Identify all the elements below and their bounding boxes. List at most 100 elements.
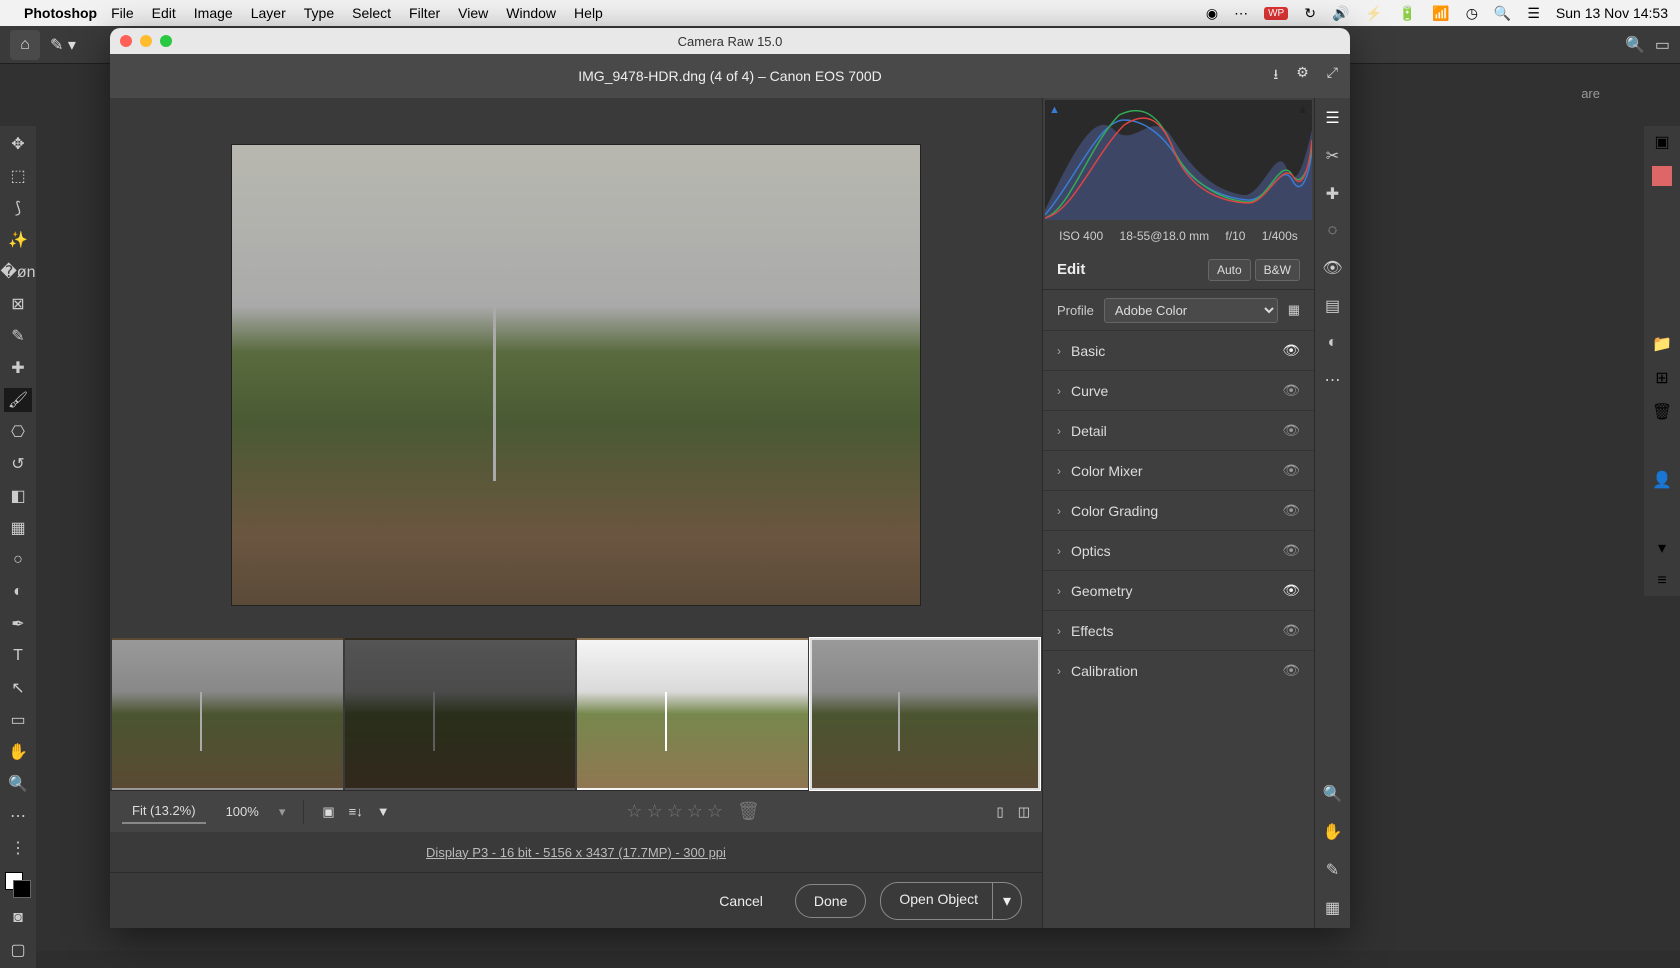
wand-tool-icon[interactable]: ✨ — [4, 228, 32, 252]
search-icon[interactable]: 🔍 — [1625, 35, 1645, 55]
new-doc-icon[interactable]: ⊞ — [1655, 368, 1668, 388]
status-sync-icon[interactable]: ↻ — [1304, 5, 1316, 22]
pen-tool-icon[interactable]: ✒ — [4, 612, 32, 636]
lasso-tool-icon[interactable]: ⟆ — [4, 196, 32, 220]
menubar-datetime[interactable]: Sun 13 Nov 14:53 — [1556, 5, 1668, 21]
zoom-fit-button[interactable]: Fit (13.2%) — [122, 799, 206, 824]
gradient-tool-icon[interactable]: ▦ — [4, 516, 32, 540]
brush-tool-icon[interactable]: 🖌 — [4, 388, 32, 412]
star-2-icon[interactable]: ☆ — [646, 801, 662, 822]
crop-icon[interactable]: ✂ — [1326, 146, 1339, 166]
status-battery-icon[interactable]: 🔋 — [1399, 5, 1416, 22]
rectangle-tool-icon[interactable]: ▭ — [4, 708, 32, 732]
menu-select[interactable]: Select — [352, 5, 391, 21]
menu-layer[interactable]: Layer — [251, 5, 286, 21]
section-geometry[interactable]: ›Geometry 👁 — [1043, 570, 1314, 610]
home-icon[interactable]: ⌂ — [10, 30, 40, 60]
save-icon[interactable]: ⭳ — [1273, 64, 1278, 88]
history-brush-tool-icon[interactable]: ↺ — [4, 452, 32, 476]
settings-icon[interactable]: ⚙ — [1296, 64, 1309, 88]
eye-icon[interactable]: 👁 — [1282, 542, 1300, 559]
menu-edit[interactable]: Edit — [152, 5, 176, 21]
single-view-icon[interactable]: ▯ — [997, 804, 1004, 820]
brush-tool-indicator[interactable]: ✎ ▾ — [50, 35, 76, 55]
zoom-100-button[interactable]: 100% — [220, 800, 265, 823]
snapshot-icon[interactable]: ▤ — [1325, 296, 1340, 316]
menu-window[interactable]: Window — [506, 5, 556, 21]
frame-tool-icon[interactable]: ⊠ — [4, 292, 32, 316]
sort-icon[interactable]: ≡↓ — [349, 804, 363, 819]
section-detail[interactable]: ›Detail 👁 — [1043, 410, 1314, 450]
eye-icon[interactable]: 👁 — [1282, 342, 1300, 359]
more-tools-icon[interactable]: ⋯ — [4, 804, 32, 828]
redeye-icon[interactable]: 👁 — [1322, 258, 1342, 278]
done-button[interactable]: Done — [795, 884, 866, 918]
screenmode-icon[interactable]: ▢ — [4, 938, 32, 962]
highlight-clip-icon[interactable]: ▲ — [1297, 104, 1308, 116]
minimize-window-icon[interactable] — [140, 35, 152, 47]
eyedropper-tool-icon[interactable]: ✎ — [4, 324, 32, 348]
star-1-icon[interactable]: ☆ — [626, 801, 642, 822]
share-button[interactable]: are — [1581, 86, 1600, 101]
account-icon[interactable]: 👤 — [1652, 470, 1672, 490]
status-bluetooth-icon[interactable]: ⚡ — [1365, 5, 1382, 22]
menu-file[interactable]: File — [111, 5, 134, 21]
eye-icon[interactable]: 👁 — [1282, 502, 1300, 519]
star-4-icon[interactable]: ☆ — [687, 801, 703, 822]
auto-button[interactable]: Auto — [1208, 259, 1251, 281]
section-calibration[interactable]: ›Calibration 👁 — [1043, 650, 1314, 690]
eye-icon[interactable]: 👁 — [1282, 382, 1300, 399]
edit-sliders-icon[interactable]: ☰ — [1325, 108, 1339, 128]
app-name[interactable]: Photoshop — [24, 5, 97, 21]
close-window-icon[interactable] — [120, 35, 132, 47]
menu-help[interactable]: Help — [574, 5, 603, 21]
type-tool-icon[interactable]: T — [4, 644, 32, 668]
status-clock-icon[interactable]: ◷ — [1466, 5, 1478, 22]
status-dots-icon[interactable]: ⋯ — [1234, 5, 1248, 22]
filter-icon[interactable]: ▼ — [377, 804, 390, 819]
move-tool-icon[interactable]: ✥ — [4, 132, 32, 156]
edit-toolbar-icon[interactable]: ⋮ — [4, 836, 32, 860]
chevron-down-icon[interactable]: ▾ — [1658, 538, 1666, 558]
eraser-tool-icon[interactable]: ◧ — [4, 484, 32, 508]
status-record-icon[interactable]: ◉ — [1206, 5, 1218, 22]
traffic-lights[interactable] — [120, 35, 172, 47]
hand-tool-icon[interactable]: ✋ — [4, 740, 32, 764]
open-dropdown-icon[interactable]: ▾ — [993, 882, 1022, 920]
eye-icon[interactable]: 👁 — [1282, 622, 1300, 639]
compare-icon[interactable]: ▣ — [322, 804, 334, 820]
path-select-tool-icon[interactable]: ↖ — [4, 676, 32, 700]
hand-icon[interactable]: ✋ — [1323, 822, 1343, 842]
crop-tool-icon[interactable]: �øn — [4, 260, 32, 284]
star-3-icon[interactable]: ☆ — [667, 801, 683, 822]
color-panel-icon[interactable]: ▣ — [1654, 132, 1669, 152]
marquee-tool-icon[interactable]: ⬚ — [4, 164, 32, 188]
preview-image[interactable] — [231, 144, 921, 606]
trash-icon[interactable]: 🗑 — [1652, 402, 1672, 422]
workspace-icon[interactable]: ▭ — [1655, 35, 1670, 55]
rating-stars[interactable]: ☆ ☆ ☆ ☆ ☆ 🗑 — [626, 801, 760, 822]
section-color-grading[interactable]: ›Color Grading 👁 — [1043, 490, 1314, 530]
zoom-window-icon[interactable] — [160, 35, 172, 47]
section-color-mixer[interactable]: ›Color Mixer 👁 — [1043, 450, 1314, 490]
section-curve[interactable]: ›Curve 👁 — [1043, 370, 1314, 410]
profile-select[interactable]: Adobe Color — [1104, 298, 1278, 323]
cancel-button[interactable]: Cancel — [701, 885, 781, 917]
status-spotlight-icon[interactable]: 🔍 — [1494, 5, 1511, 22]
shadow-clip-icon[interactable]: ▲ — [1049, 104, 1060, 116]
zoom-icon[interactable]: 🔍 — [1323, 784, 1343, 804]
section-optics[interactable]: ›Optics 👁 — [1043, 530, 1314, 570]
status-volume-icon[interactable]: 🔊 — [1332, 5, 1349, 22]
zoom-dropdown-icon[interactable]: ▾ — [279, 804, 286, 820]
eye-icon[interactable]: 👁 — [1282, 462, 1300, 479]
status-badge-icon[interactable]: WP — [1264, 7, 1288, 20]
menu-type[interactable]: Type — [304, 5, 334, 21]
window-titlebar[interactable]: Camera Raw 15.0 — [110, 28, 1350, 54]
folder-icon[interactable]: 📁 — [1652, 334, 1672, 354]
stamp-tool-icon[interactable]: ⎔ — [4, 420, 32, 444]
thumbnail-1[interactable] — [112, 638, 343, 790]
dodge-tool-icon[interactable]: ◐ — [4, 580, 32, 604]
bw-button[interactable]: B&W — [1255, 259, 1300, 281]
color-swatches[interactable] — [5, 872, 31, 898]
menu-view[interactable]: View — [458, 5, 488, 21]
